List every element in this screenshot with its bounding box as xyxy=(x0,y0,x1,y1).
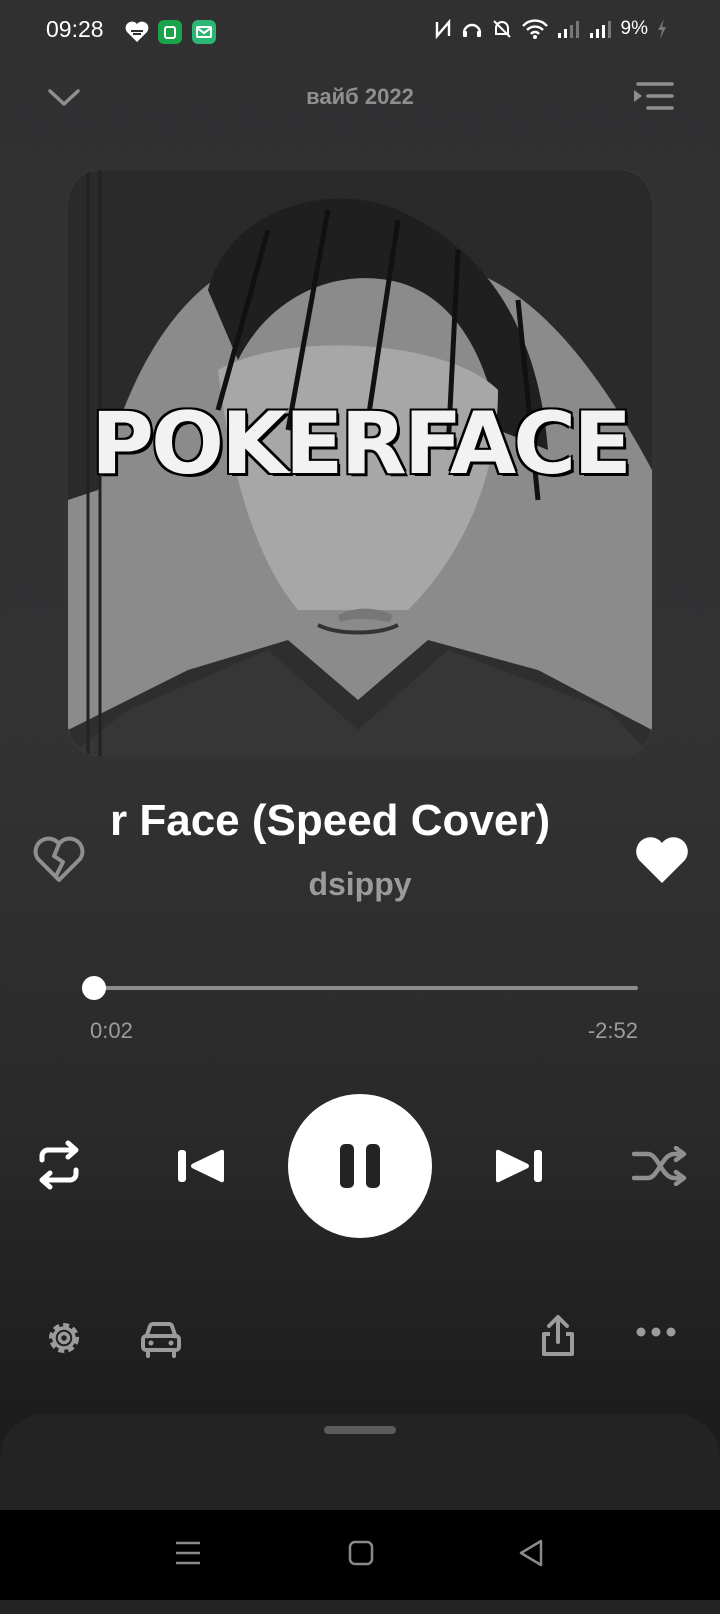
track-title: r Face (Speed Cover) xyxy=(110,796,551,845)
progress-bar[interactable] xyxy=(88,986,638,990)
settings-button[interactable] xyxy=(44,1318,84,1358)
share-button[interactable] xyxy=(538,1314,578,1358)
headphones-icon xyxy=(461,18,483,40)
like-button[interactable] xyxy=(634,836,690,886)
shopping-app-icon xyxy=(158,20,182,44)
playlist-title: вайб 2022 xyxy=(306,84,414,109)
mail-app-icon xyxy=(192,20,216,44)
track-artist[interactable]: dsippy xyxy=(0,866,720,903)
repeat-icon xyxy=(30,1140,88,1190)
next-button[interactable] xyxy=(492,1146,544,1186)
status-time: 09:28 xyxy=(46,16,104,42)
previous-button[interactable] xyxy=(176,1146,228,1186)
progress-thumb[interactable] xyxy=(82,976,107,1000)
shuffle-icon xyxy=(632,1146,690,1186)
cover-text: POKERFACE xyxy=(90,394,632,494)
menu-icon xyxy=(174,1540,202,1566)
more-icon xyxy=(636,1326,676,1338)
share-icon xyxy=(538,1314,578,1358)
back-button[interactable] xyxy=(518,1538,544,1568)
previous-icon xyxy=(176,1146,228,1186)
signal-icon xyxy=(589,18,613,40)
heart-filled-icon xyxy=(634,836,690,886)
sheet-handle[interactable] xyxy=(324,1426,396,1434)
mute-icon xyxy=(491,18,513,40)
system-nav-bar xyxy=(0,1510,720,1600)
queue-button[interactable] xyxy=(632,80,674,116)
repeat-button[interactable] xyxy=(30,1140,88,1190)
signal-icon xyxy=(557,18,581,40)
album-cover: POKERFACE xyxy=(68,170,652,756)
status-bar: 09:28 9% xyxy=(0,0,720,62)
queue-icon xyxy=(632,80,674,116)
settings-icon xyxy=(44,1318,84,1358)
battery-text: 9% xyxy=(620,18,648,39)
time-remaining: -2:52 xyxy=(587,1018,638,1043)
shuffle-button[interactable] xyxy=(632,1146,690,1186)
pause-icon xyxy=(338,1142,382,1190)
status-icons: 9% xyxy=(433,18,668,40)
next-icon xyxy=(492,1146,544,1186)
heart-icon xyxy=(124,20,150,44)
more-button[interactable] xyxy=(636,1326,676,1338)
wifi-icon xyxy=(521,18,549,40)
time-elapsed: 0:02 xyxy=(90,1018,133,1043)
square-icon xyxy=(348,1540,374,1566)
car-mode-button[interactable] xyxy=(140,1318,182,1358)
pause-button[interactable] xyxy=(288,1094,432,1238)
recents-button[interactable] xyxy=(174,1540,202,1566)
nfc-icon xyxy=(433,18,453,40)
back-triangle-icon xyxy=(518,1538,544,1568)
home-button[interactable] xyxy=(348,1540,374,1566)
battery-charging-icon xyxy=(656,18,668,40)
car-icon xyxy=(140,1318,182,1358)
